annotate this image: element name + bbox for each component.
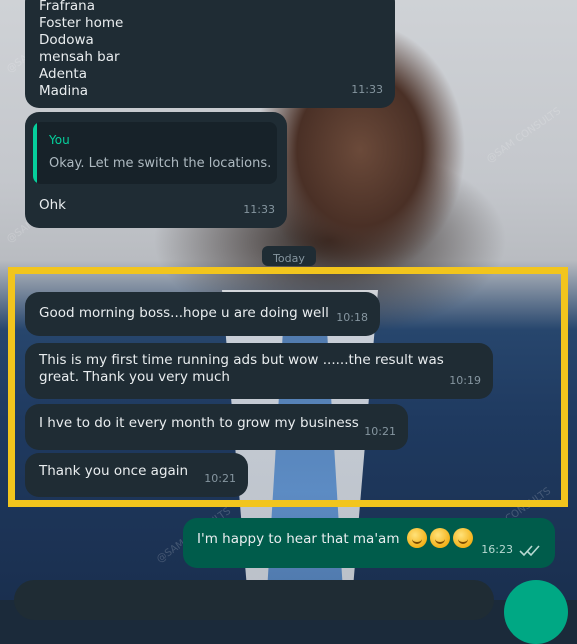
quoted-author: You <box>49 133 70 147</box>
quoted-message[interactable]: You Okay. Let me switch the locations. <box>33 122 277 184</box>
message-line: Foster home <box>39 15 124 31</box>
message-bubble-reply[interactable]: You Okay. Let me switch the locations. O… <box>25 112 287 228</box>
message-line: Madina <box>39 83 89 99</box>
message-bubble-locations[interactable]: Frafrana Foster home Dodowa mensah bar A… <box>25 0 395 108</box>
highlight-frame <box>8 267 568 507</box>
message-time: 11:33 <box>243 203 275 216</box>
message-line: mensah bar <box>39 49 120 65</box>
message-time: 16:23 <box>481 543 513 556</box>
date-separator: Today <box>262 246 316 266</box>
mic-button[interactable] <box>504 580 568 644</box>
message-time: 11:33 <box>351 83 383 96</box>
message-text: I'm happy to hear that ma'am <box>197 531 400 547</box>
message-line: Dodowa <box>39 32 94 48</box>
message-text: Ohk <box>39 197 66 213</box>
message-line: Adenta <box>39 66 87 82</box>
double-check-icon <box>519 545 540 557</box>
message-line: Frafrana <box>39 0 96 14</box>
message-input[interactable] <box>14 580 494 620</box>
smile-emoji-icon <box>452 528 473 548</box>
smile-emoji-icon <box>429 528 450 548</box>
quoted-text: Okay. Let me switch the locations. <box>49 156 272 171</box>
message-bubble-outgoing[interactable]: I'm happy to hear that ma'am 16:23 <box>183 518 555 568</box>
smile-emoji-icon <box>406 528 427 548</box>
